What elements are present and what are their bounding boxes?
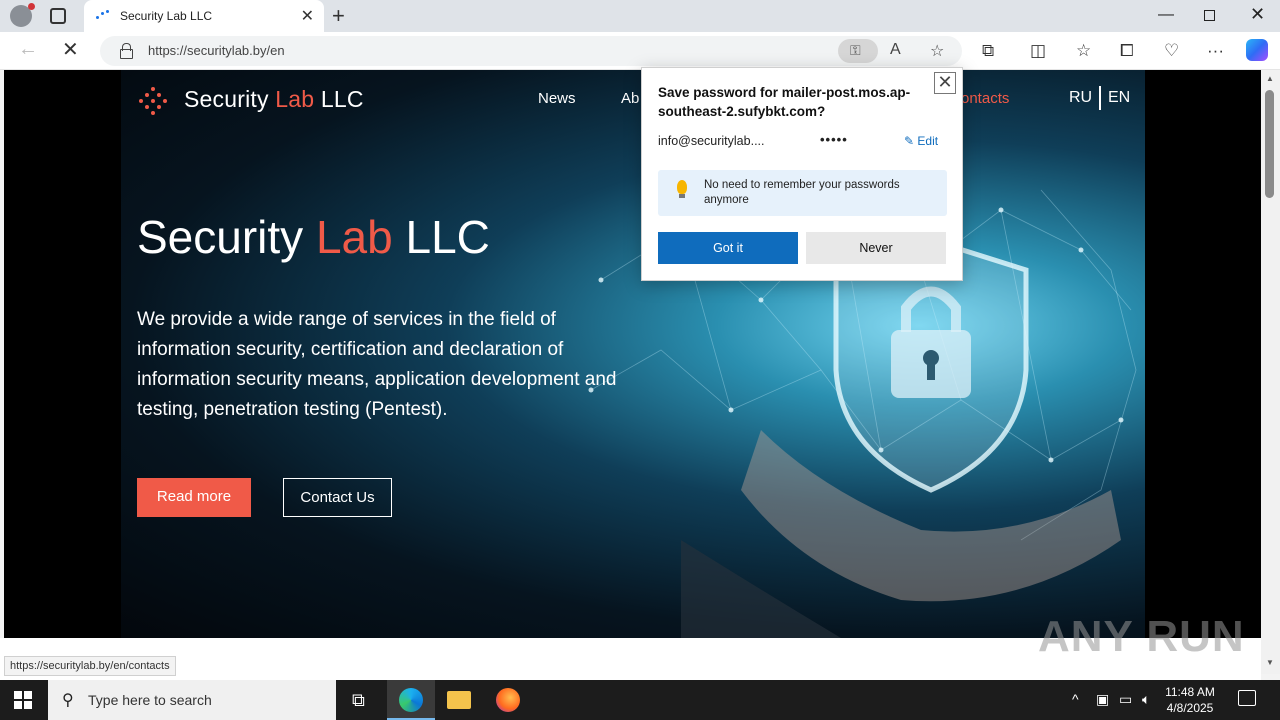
logo-word-accent: Lab bbox=[275, 86, 315, 112]
nav-about[interactable]: Ab bbox=[621, 90, 639, 107]
volume-icon[interactable]: 🔈︎ bbox=[1142, 691, 1150, 708]
lightbulb-icon bbox=[677, 180, 687, 198]
page-viewport: Security Lab LLC News Ab ontacts RU EN S… bbox=[4, 70, 1261, 638]
back-button[interactable]: ← bbox=[18, 38, 38, 61]
start-button[interactable] bbox=[14, 691, 32, 709]
page-scrollbar[interactable]: ▲ ▼ bbox=[1261, 70, 1280, 674]
tab-actions-icon[interactable] bbox=[50, 8, 66, 24]
lock-icon[interactable] bbox=[120, 43, 133, 59]
taskbar-search[interactable]: ⚲ Type here to search bbox=[48, 680, 336, 720]
taskbar-file-explorer[interactable] bbox=[435, 680, 483, 720]
logo-word: Security bbox=[184, 86, 269, 112]
taskbar-edge[interactable] bbox=[387, 680, 435, 720]
network-icon[interactable]: ▭ bbox=[1119, 691, 1132, 708]
hero-title-word: LLC bbox=[405, 211, 490, 263]
status-bar-url: https://securitylab.by/en/contacts bbox=[4, 656, 176, 676]
edit-label: Edit bbox=[917, 134, 939, 148]
notification-icon[interactable] bbox=[1238, 690, 1256, 706]
favorites-icon[interactable]: ☆ bbox=[1076, 41, 1091, 61]
system-clock[interactable]: 11:48 AM 4/8/2025 bbox=[1160, 684, 1220, 716]
tab-strip: Security Lab LLC ✕ + — ✕ bbox=[0, 0, 1280, 32]
chevron-up-icon[interactable]: ^ bbox=[1072, 691, 1079, 707]
company-logo-text[interactable]: Security Lab LLC bbox=[184, 86, 364, 113]
tab-close-icon[interactable]: ✕ bbox=[301, 6, 314, 26]
read-more-label: Read more bbox=[156, 488, 232, 505]
nav-news[interactable]: News bbox=[538, 90, 576, 107]
tip-banner: No need to remember your passwords anymo… bbox=[658, 170, 947, 216]
search-placeholder: Type here to search bbox=[88, 692, 212, 708]
split-screen-icon[interactable]: ◫ bbox=[1030, 41, 1046, 61]
hero-title: Security Lab LLC bbox=[137, 210, 490, 264]
scroll-thumb[interactable] bbox=[1265, 90, 1274, 198]
lang-ru[interactable]: RU bbox=[1069, 89, 1092, 107]
username-field: info@securitylab.... bbox=[658, 134, 765, 148]
windows-taskbar: ⚲ Type here to search ⧉ ^ ▣ ▭ 🔈︎ 11:48 A… bbox=[0, 680, 1280, 720]
restore-button[interactable] bbox=[1204, 10, 1215, 21]
lang-divider bbox=[1099, 86, 1101, 110]
password-field: ••••• bbox=[820, 132, 848, 147]
folder-icon bbox=[447, 691, 471, 709]
clock-time: 11:48 AM bbox=[1165, 685, 1215, 699]
toolbar: ← ✕ https://securitylab.by/en ⚿ A ☆ ⧉ ◫ … bbox=[0, 32, 1280, 70]
tab-title: Security Lab LLC bbox=[120, 9, 213, 23]
address-bar[interactable]: https://securitylab.by/en ⚿ A ☆ bbox=[100, 36, 962, 66]
anyrun-watermark: ANY RUN bbox=[1038, 612, 1245, 661]
more-menu-icon[interactable]: ··· bbox=[1207, 41, 1224, 61]
read-more-button[interactable]: Read more bbox=[137, 478, 251, 517]
contact-us-button[interactable]: Contact Us bbox=[283, 478, 392, 517]
never-button[interactable]: Never bbox=[806, 232, 946, 264]
password-key-button[interactable]: ⚿ bbox=[838, 39, 878, 63]
copilot-icon[interactable] bbox=[1246, 39, 1268, 61]
search-icon: ⚲ bbox=[62, 692, 74, 709]
task-view-icon[interactable]: ⧉ bbox=[352, 690, 365, 711]
stop-loading-button[interactable]: ✕ bbox=[62, 37, 79, 62]
minimize-button[interactable]: — bbox=[1158, 6, 1174, 24]
hero-description: We provide a wide range of services in t… bbox=[137, 309, 617, 420]
close-window-button[interactable]: ✕ bbox=[1250, 4, 1265, 25]
loading-spinner-icon bbox=[96, 10, 110, 20]
logo-word: LLC bbox=[320, 86, 364, 112]
collections-icon[interactable]: ⧠ bbox=[1120, 41, 1134, 61]
nav-contacts[interactable]: ontacts bbox=[961, 90, 1009, 107]
tip-text: No need to remember your passwords anymo… bbox=[704, 179, 900, 206]
url-text[interactable]: https://securitylab.by/en bbox=[148, 43, 285, 58]
dialog-title: Save password for mailer-post.mos.ap-sou… bbox=[658, 85, 911, 119]
browser-tab[interactable]: Security Lab LLC ✕ bbox=[84, 0, 324, 32]
read-aloud-icon[interactable]: A bbox=[890, 41, 901, 59]
profile-avatar[interactable] bbox=[10, 3, 35, 27]
new-tab-button[interactable]: + bbox=[332, 3, 345, 29]
close-icon[interactable]: ✕ bbox=[934, 72, 956, 94]
extensions-icon[interactable]: ⧉ bbox=[982, 41, 994, 61]
hero-title-accent: Lab bbox=[315, 211, 393, 263]
contact-us-label: Contact Us bbox=[300, 489, 375, 506]
key-icon: ⚿ bbox=[850, 42, 861, 58]
hero-title-word: Security bbox=[137, 211, 304, 263]
edit-button[interactable]: ✎ Edit bbox=[904, 134, 938, 148]
lang-en[interactable]: EN bbox=[1108, 89, 1130, 107]
firefox-icon bbox=[496, 688, 520, 712]
favorite-star-icon[interactable]: ☆ bbox=[930, 41, 944, 61]
save-password-dialog: ✕ Save password for mailer-post.mos.ap-s… bbox=[641, 67, 963, 281]
browser-essentials-icon[interactable]: ♡ bbox=[1164, 41, 1179, 61]
taskbar-firefox[interactable] bbox=[484, 680, 532, 720]
device-icon[interactable]: ▣ bbox=[1096, 691, 1109, 708]
scroll-up-icon[interactable]: ▲ bbox=[1266, 74, 1274, 83]
edge-icon bbox=[399, 688, 423, 712]
company-logo-icon[interactable] bbox=[138, 86, 168, 116]
scroll-down-icon[interactable]: ▼ bbox=[1266, 658, 1274, 667]
got-it-button[interactable]: Got it bbox=[658, 232, 798, 264]
clock-date: 4/8/2025 bbox=[1166, 701, 1214, 715]
